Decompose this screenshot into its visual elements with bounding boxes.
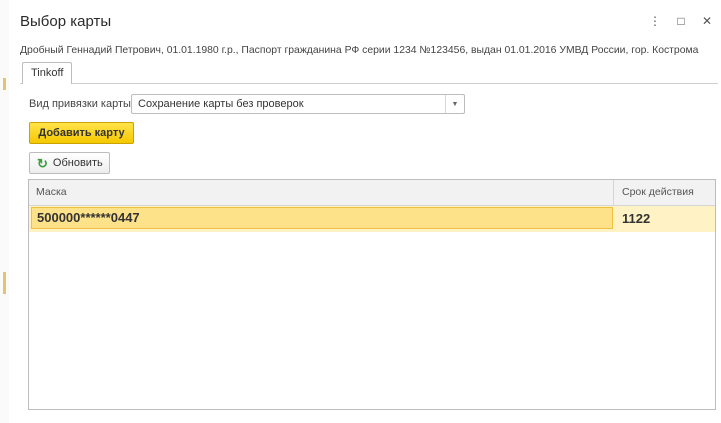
binding-type-value: Сохранение карты без проверок — [138, 98, 304, 110]
column-separator — [613, 180, 614, 205]
table-row[interactable]: 500000******0447 1122 — [29, 206, 715, 232]
client-info: Дробный Геннадий Петрович, 01.01.1980 г.… — [20, 45, 699, 56]
add-card-button[interactable]: Добавить карту — [29, 122, 134, 144]
refresh-button[interactable]: ↻ Обновить — [29, 152, 110, 174]
window-title: Выбор карты — [20, 13, 112, 30]
refresh-icon: ↻ — [37, 155, 48, 171]
refresh-button-label: Обновить — [52, 157, 103, 169]
tab-tinkoff[interactable]: Tinkoff — [22, 62, 73, 84]
maximize-icon[interactable]: □ — [675, 13, 687, 29]
table-header: Маска Срок действия — [29, 180, 715, 206]
background-marker — [3, 272, 6, 294]
close-icon[interactable]: ✕ — [701, 13, 713, 29]
binding-type-label: Вид привязки карты: — [29, 98, 134, 110]
column-header-expiry[interactable]: Срок действия — [622, 180, 694, 205]
window-controls: ⋮ □ ✕ — [649, 13, 713, 29]
card-mask-cell[interactable]: 500000******0447 — [31, 207, 613, 229]
dropdown-arrow-icon[interactable]: ▼ — [445, 95, 464, 113]
binding-type-select[interactable]: Сохранение карты без проверок ▼ — [131, 94, 465, 114]
cards-table: Маска Срок действия 500000******0447 112… — [28, 179, 716, 410]
card-selection-window: Выбор карты ⋮ □ ✕ Дробный Геннадий Петро… — [9, 0, 721, 423]
card-expiry-cell[interactable]: 1122 — [622, 209, 650, 229]
tab-divider — [20, 83, 718, 84]
column-header-mask[interactable]: Маска — [36, 180, 67, 205]
background-marker — [3, 78, 6, 90]
more-menu-icon[interactable]: ⋮ — [649, 13, 661, 29]
